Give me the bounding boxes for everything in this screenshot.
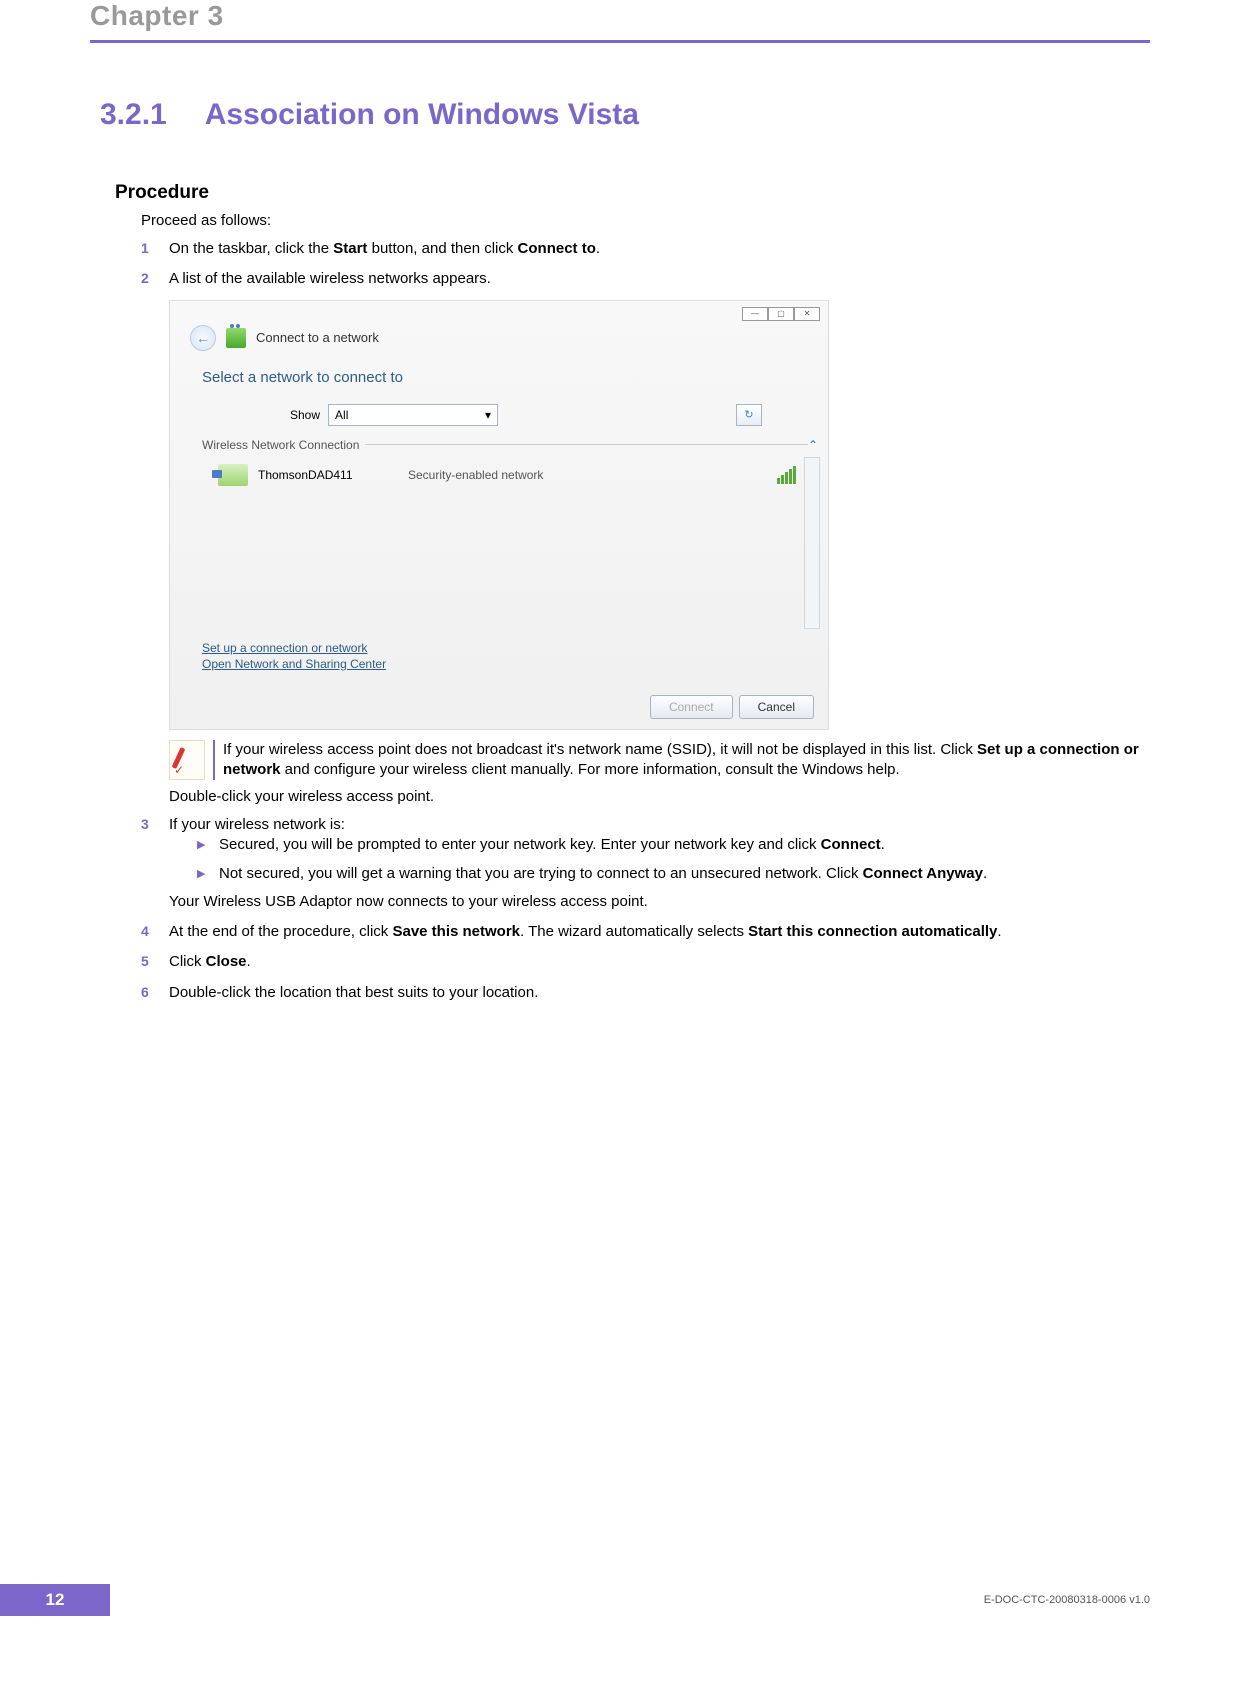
steps-list: 1 On the taskbar, click the Start button… [141, 239, 1150, 290]
page-header: Chapter 3 [0, 0, 1240, 32]
scrollbar[interactable] [804, 457, 820, 629]
maximize-button[interactable]: ▢ [768, 307, 794, 321]
step-body: At the end of the procedure, click Save … [169, 922, 1150, 942]
page-footer: 12 E-DOC-CTC-20080318-0006 v1.0 [0, 1584, 1240, 1616]
step-number: 4 [141, 922, 169, 942]
header-rule [90, 40, 1150, 43]
bullet-icon: ▶ [197, 835, 219, 855]
back-arrow-icon[interactable]: ← [190, 325, 216, 351]
window-controls: — ▢ ✕ [742, 307, 820, 321]
chevron-up-icon[interactable]: ⌃ [808, 438, 818, 452]
dialog-header: ← Connect to a network [170, 301, 828, 351]
signal-strength-icon [777, 466, 796, 484]
show-label: Show [290, 408, 320, 422]
step-2: 2 A list of the available wireless netwo… [141, 269, 1150, 289]
after-note-line: Double-click your wireless access point. [169, 788, 1150, 805]
step-body: On the taskbar, click the Start button, … [169, 239, 1150, 259]
note-icon [169, 740, 205, 780]
document-id: E-DOC-CTC-20080318-0006 v1.0 [984, 1594, 1150, 1606]
procedure-intro: Proceed as follows: [141, 212, 1150, 229]
step-number: 1 [141, 239, 169, 259]
note-divider [213, 740, 215, 781]
dialog-title: Connect to a network [256, 330, 379, 345]
steps-list-cont: 3 If your wireless network is: ▶ Secured… [141, 815, 1150, 1003]
connection-group-label: Wireless Network Connection ⌃ [202, 438, 828, 452]
step-number: 6 [141, 983, 169, 1003]
adapter-icon [218, 464, 248, 486]
step-4: 4 At the end of the procedure, click Sav… [141, 922, 1150, 942]
step-number: 5 [141, 952, 169, 972]
step-5: 5 Click Close. [141, 952, 1150, 972]
step-3: 3 If your wireless network is: ▶ Secured… [141, 815, 1150, 912]
bullet-item: ▶ Not secured, you will get a warning th… [197, 864, 1150, 884]
step-body: Click Close. [169, 952, 1150, 972]
step-body: A list of the available wireless network… [169, 269, 1150, 289]
dialog-links: Set up a connection or network Open Netw… [202, 641, 386, 673]
bullet-list: ▶ Secured, you will be prompted to enter… [197, 835, 1150, 884]
network-description: Security-enabled network [408, 468, 777, 482]
procedure-label: Procedure [115, 182, 1150, 204]
content-area: Procedure Proceed as follows: 1 On the t… [115, 182, 1150, 1003]
step-body: If your wireless network is: ▶ Secured, … [169, 815, 1150, 912]
open-sharing-center-link[interactable]: Open Network and Sharing Center [202, 657, 386, 671]
cancel-button[interactable]: Cancel [739, 695, 814, 719]
dialog-button-bar: Connect Cancel [650, 695, 814, 719]
step-body: Double-click the location that best suit… [169, 983, 1150, 1003]
bullet-icon: ▶ [197, 864, 219, 884]
setup-connection-link[interactable]: Set up a connection or network [202, 641, 386, 655]
chapter-title: Chapter 3 [90, 0, 1150, 32]
bullet-item: ▶ Secured, you will be prompted to enter… [197, 835, 1150, 855]
show-value: All [335, 408, 348, 422]
dialog-heading: Select a network to connect to [202, 369, 828, 386]
refresh-button[interactable]: ↻ [736, 404, 762, 426]
step-number: 3 [141, 815, 169, 912]
connect-button[interactable]: Connect [650, 695, 733, 719]
vista-dialog-screenshot: — ▢ ✕ ← Connect to a network Select a ne… [169, 300, 829, 730]
step-1: 1 On the taskbar, click the Start button… [141, 239, 1150, 259]
close-button[interactable]: ✕ [794, 307, 820, 321]
note-text: If your wireless access point does not b… [223, 740, 1150, 781]
network-icon [226, 328, 246, 348]
show-dropdown[interactable]: All ▾ [328, 404, 498, 426]
section-heading: 3.2.1 Association on Windows Vista [100, 98, 1240, 132]
chevron-down-icon: ▾ [485, 408, 491, 422]
step-6: 6 Double-click the location that best su… [141, 983, 1150, 1003]
step-number: 2 [141, 269, 169, 289]
network-name: ThomsonDAD411 [258, 468, 408, 482]
section-number: 3.2.1 [100, 98, 167, 131]
show-filter-row: Show All ▾ ↻ [290, 404, 828, 426]
network-list-item[interactable]: ThomsonDAD411 Security-enabled network [218, 458, 796, 492]
note-block: If your wireless access point does not b… [169, 740, 1150, 781]
section-title: Association on Windows Vista [205, 98, 639, 131]
minimize-button[interactable]: — [742, 307, 768, 321]
page-number: 12 [0, 1584, 110, 1616]
